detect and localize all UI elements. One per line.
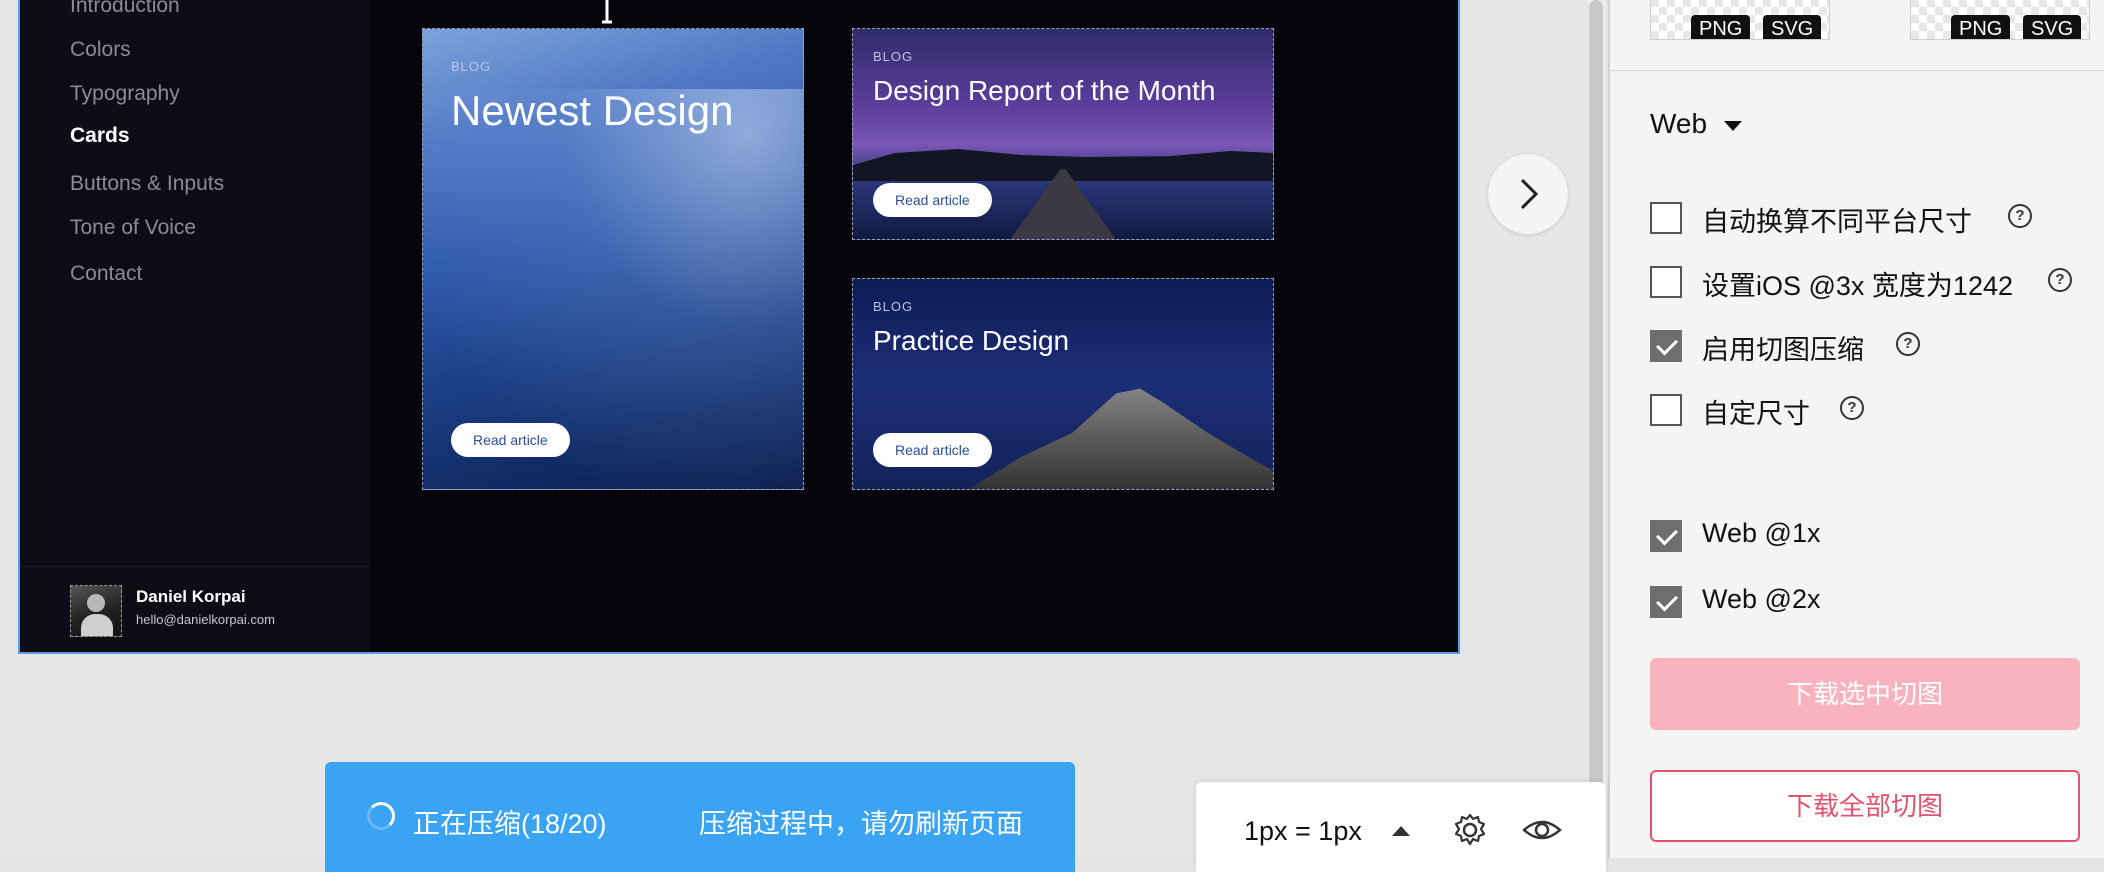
card-tag: BLOG	[873, 49, 914, 64]
profile-name: Daniel Korpai	[136, 587, 246, 606]
zoom-level[interactable]: 1px = 1px	[1244, 816, 1362, 847]
png-badge[interactable]: PNG	[1951, 15, 2011, 40]
slice-thumbnail[interactable]: PNG SVG	[1650, 0, 1830, 40]
card-title: Practice Design	[873, 325, 1070, 356]
option-label: 自定尺寸	[1702, 399, 1810, 429]
read-article-button[interactable]: Read article	[451, 423, 570, 457]
svg-badge[interactable]: SVG	[2023, 15, 2082, 40]
slice-thumbnail[interactable]: PNG SVG	[1910, 0, 2090, 40]
mountain-image	[953, 388, 1273, 489]
artboard-sidebar: Introduction Colors Typography Cards But…	[20, 0, 370, 652]
help-icon[interactable]: ?	[1896, 332, 1920, 356]
profile-email: hello@danielkorpai.com	[136, 612, 275, 627]
caret-down-icon[interactable]	[1724, 121, 1742, 131]
nav-item-introduction[interactable]: Introduction	[70, 0, 180, 18]
checkbox[interactable]	[1650, 202, 1682, 234]
card-practice-design[interactable]: BLOG Practice Design Read article	[852, 278, 1274, 490]
checkbox[interactable]	[1650, 394, 1682, 426]
svg-badge[interactable]: SVG	[1763, 15, 1822, 40]
checkbox[interactable]	[1650, 266, 1682, 298]
nav-item-typography[interactable]: Typography	[70, 82, 180, 106]
avatar[interactable]	[70, 585, 122, 637]
nav-item-buttons-inputs[interactable]: Buttons & Inputs	[70, 172, 224, 196]
chevron-right-icon	[1520, 178, 1539, 210]
spinner-icon	[367, 802, 395, 830]
next-page-button[interactable]	[1488, 154, 1568, 234]
help-icon[interactable]: ?	[2008, 204, 2032, 228]
nav-item-contact[interactable]: Contact	[70, 262, 142, 286]
checkbox[interactable]	[1650, 520, 1682, 552]
checkbox[interactable]	[1650, 330, 1682, 362]
option-label: 启用切图压缩	[1702, 335, 1864, 365]
option-label: 设置iOS @3x 宽度为1242	[1702, 271, 2014, 301]
checkbox[interactable]	[1650, 586, 1682, 618]
read-article-button[interactable]: Read article	[873, 183, 992, 217]
png-badge[interactable]: PNG	[1691, 15, 1751, 40]
artboard[interactable]: Introduction Colors Typography Cards But…	[18, 0, 1460, 654]
compress-status: 正在压缩(18/20)	[413, 809, 607, 839]
compress-hint: 压缩过程中，请勿刷新页面	[699, 809, 1023, 839]
help-icon[interactable]: ?	[2048, 268, 2072, 292]
help-icon[interactable]: ?	[1840, 396, 1864, 420]
scale-label: Web @1x	[1702, 518, 1821, 548]
download-all-button[interactable]: 下载全部切图	[1650, 770, 2080, 842]
compress-progress-toast: 正在压缩(18/20) 压缩过程中，请勿刷新页面	[325, 762, 1075, 872]
option-label: 自动换算不同平台尺寸	[1702, 207, 1972, 237]
card-tag: BLOG	[451, 59, 492, 74]
caret-up-icon[interactable]	[1392, 826, 1410, 836]
zoom-toolbar: 1px = 1px	[1196, 782, 1606, 872]
download-selected-button[interactable]: 下载选中切图	[1650, 658, 2080, 730]
profile-block: Daniel Korpai hello@danielkorpai.com	[20, 566, 370, 652]
card-title: Design Report of the Month	[873, 75, 1216, 106]
canvas-scrollbar-thumb[interactable]	[1589, 0, 1603, 812]
card-design-report[interactable]: BLOG Design Report of the Month Read art…	[852, 28, 1274, 240]
card-newest-design[interactable]: BLOG Newest Design Read article	[422, 28, 804, 490]
gear-icon[interactable]	[1452, 812, 1488, 848]
nav-item-tone-of-voice[interactable]: Tone of Voice	[70, 216, 196, 240]
design-canvas[interactable]: Introduction Colors Typography Cards But…	[0, 0, 1588, 858]
nav-item-colors[interactable]: Colors	[70, 38, 131, 62]
scale-label: Web @2x	[1702, 584, 1821, 614]
text-cursor-icon	[602, 0, 612, 24]
read-article-button[interactable]: Read article	[873, 433, 992, 467]
platform-select[interactable]: Web	[1650, 108, 1707, 140]
eye-icon[interactable]	[1522, 812, 1562, 848]
card-title: Newest Design	[451, 87, 734, 134]
card-tag: BLOG	[873, 299, 914, 314]
divider	[1610, 70, 2104, 71]
export-panel: PNG SVG PNG SVG Web 自动换算不同平台尺寸 ? 设置iOS @…	[1610, 0, 2104, 858]
nav-item-cards[interactable]: Cards	[70, 124, 130, 148]
